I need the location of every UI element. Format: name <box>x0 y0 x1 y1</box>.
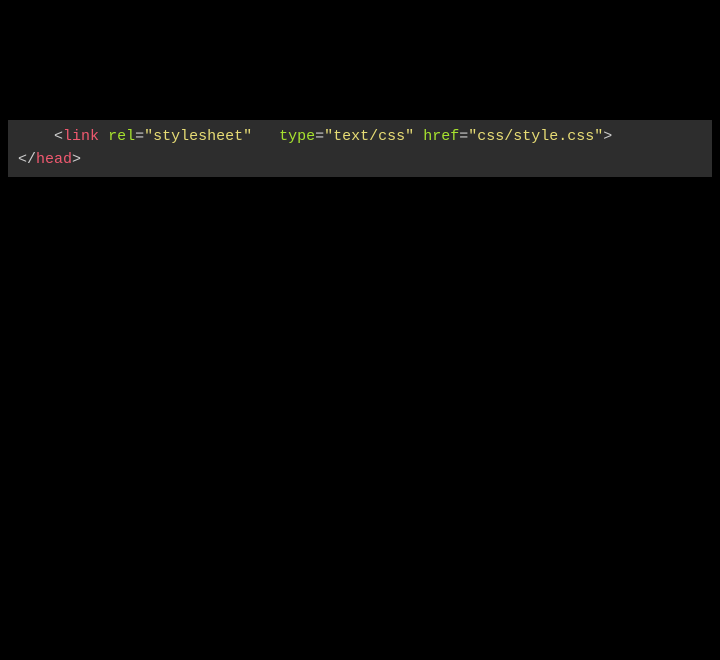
val-textcss: "text/css" <box>324 128 414 145</box>
attr-href: href <box>423 128 459 145</box>
code-line-2: </head> <box>8 149 712 172</box>
space <box>99 128 108 145</box>
tag-link: link <box>63 128 99 145</box>
code-line-1: <link rel="stylesheet" type="text/css" h… <box>8 126 712 149</box>
equals: = <box>459 128 468 145</box>
attr-type: type <box>279 128 315 145</box>
val-stylesheet: "stylesheet" <box>144 128 252 145</box>
bracket-open: < <box>54 128 63 145</box>
code-block: <link rel="stylesheet" type="text/css" h… <box>8 120 712 177</box>
equals: = <box>315 128 324 145</box>
tag-head: head <box>36 151 72 168</box>
attr-rel: rel <box>108 128 135 145</box>
bracket-close: > <box>603 128 612 145</box>
equals: = <box>135 128 144 145</box>
bracket-open <box>18 128 54 145</box>
val-href: "css/style.css" <box>468 128 603 145</box>
space <box>252 128 279 145</box>
bracket-close: > <box>72 151 81 168</box>
bracket-open: </ <box>18 151 36 168</box>
space <box>414 128 423 145</box>
